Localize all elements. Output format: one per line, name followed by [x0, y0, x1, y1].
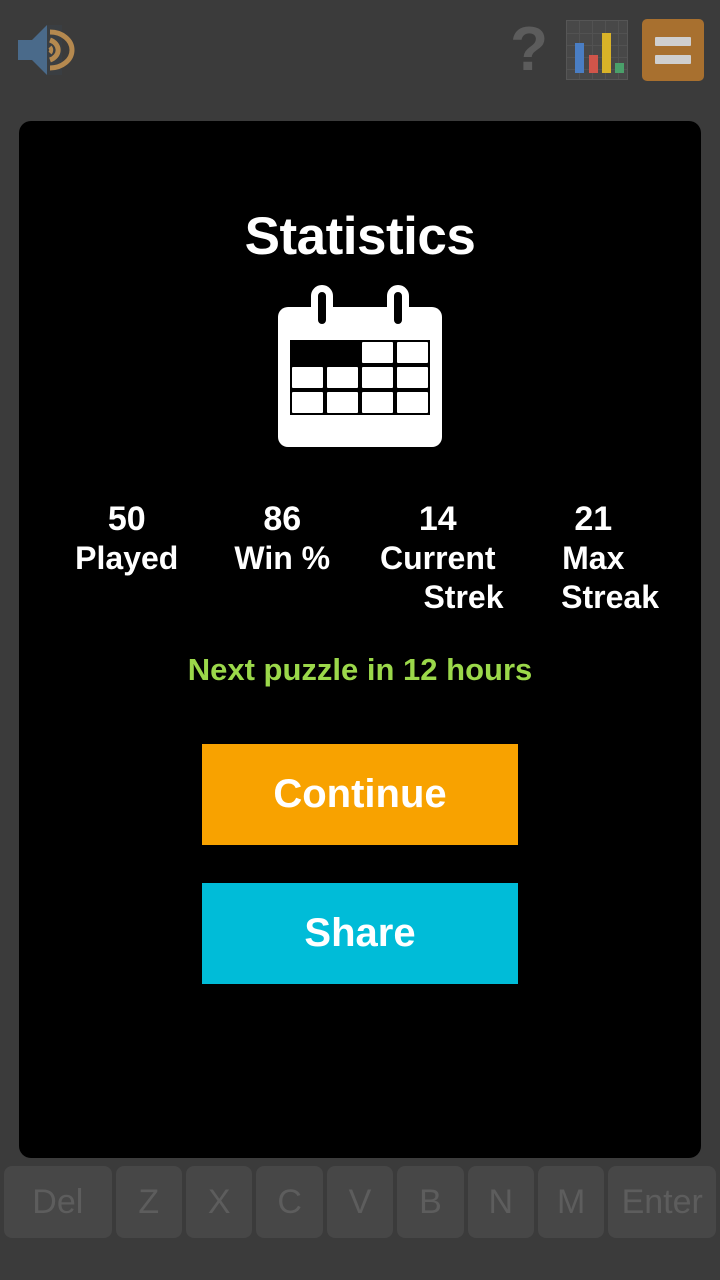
key-n[interactable]: N [467, 1166, 535, 1238]
next-puzzle-timer: Next puzzle in 12 hours [187, 651, 533, 687]
bar-chart-icon[interactable] [566, 20, 628, 80]
menu-bar-line [655, 54, 691, 64]
stat-label-line2: Strek [423, 578, 504, 615]
stat-label: Current [379, 540, 496, 577]
key-c[interactable]: C [256, 1166, 323, 1238]
key-m[interactable]: M [538, 1166, 605, 1238]
page-title: Statistics [244, 207, 476, 266]
stat-label: Played [75, 540, 179, 577]
statistics-row: 50 Played 86 Win % 14 Current Strek 21 M… [19, 499, 701, 616]
calendar-ring-right [387, 285, 409, 331]
help-question-icon[interactable]: ? [506, 18, 552, 82]
key-enter[interactable]: Enter [608, 1166, 716, 1238]
key-v[interactable]: V [326, 1166, 394, 1238]
menu-bar-line [655, 36, 691, 46]
stat-played: 50 Played [49, 499, 205, 616]
share-button[interactable]: Share [202, 882, 518, 984]
menu-hamburger-icon[interactable] [642, 19, 704, 81]
stat-value: 86 [263, 500, 302, 538]
key-del[interactable]: Del [4, 1166, 112, 1238]
stat-max-streak: 21 Max Streak [516, 499, 672, 616]
keyboard-bottom-row: Del Z X C V B N M Enter [0, 1166, 720, 1238]
statistics-dialog: Statistics 50 Played 86 Win % 14 Current… [19, 121, 701, 1158]
calendar-grid [290, 340, 430, 415]
stat-value: 50 [107, 500, 146, 538]
stat-value: 21 [574, 500, 613, 538]
stat-value: 14 [418, 500, 457, 538]
stat-label: Win % [234, 540, 331, 577]
stat-label: Max [562, 540, 625, 577]
stat-current-streak: 14 Current Strek [360, 499, 516, 616]
top-bar: ? [0, 0, 720, 100]
speaker-volume-icon[interactable] [14, 20, 80, 80]
key-z[interactable]: Z [115, 1166, 182, 1238]
key-x[interactable]: X [185, 1166, 253, 1238]
top-bar-actions: ? [506, 18, 704, 82]
calendar-ring-left [311, 285, 333, 331]
calendar-icon [278, 285, 442, 447]
continue-button[interactable]: Continue [202, 743, 518, 845]
dialog-actions: Continue Share [19, 743, 701, 984]
stat-win-percent: 86 Win % [205, 499, 361, 616]
key-b[interactable]: B [397, 1166, 464, 1238]
stat-label-line2: Streak [561, 578, 659, 615]
